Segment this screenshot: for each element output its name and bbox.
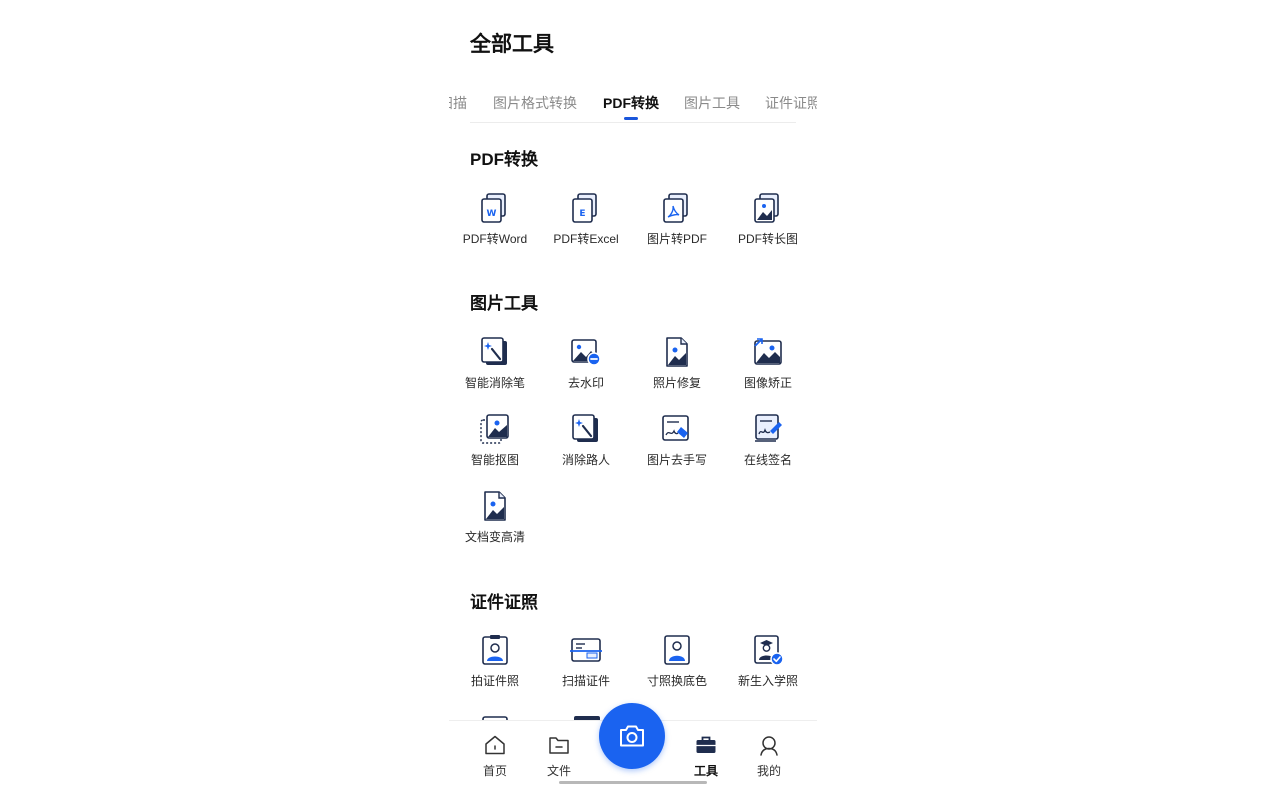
nav-label: 文件	[546, 764, 571, 778]
image-correction-icon	[754, 338, 782, 365]
enrollment-photo-icon	[754, 635, 784, 666]
tool-label: 智能消除笔	[464, 376, 525, 390]
svg-text:W: W	[487, 209, 497, 219]
tab-scan[interactable]: 扫描	[449, 93, 467, 113]
tool-photo-restore[interactable]: 照片修复	[632, 336, 722, 400]
tool-document-hd[interactable]: 文档变高清	[450, 490, 540, 554]
pdf-to-long-image-icon	[754, 193, 779, 223]
scan-id-card-icon	[570, 638, 602, 662]
svg-text:E: E	[579, 209, 585, 219]
section-title-pdf: PDF转换	[470, 150, 538, 169]
section-title-image-tools: 图片工具	[470, 294, 538, 313]
remove-watermark-icon	[571, 339, 601, 366]
tool-online-signature[interactable]: 在线签名	[723, 413, 813, 477]
tool-label: 拍证件照	[470, 674, 519, 688]
tools-screen: 全部工具 扫描 图片格式转换 PDF转换 图片工具 证件证照 PDF转换 W P…	[449, 0, 817, 785]
remove-handwriting-icon	[662, 415, 689, 441]
home-icon	[485, 735, 505, 755]
photo-restore-icon	[666, 337, 688, 367]
tool-pdf-to-word[interactable]: W PDF转Word	[450, 192, 540, 256]
tool-label: 在线签名	[743, 453, 792, 467]
tool-label: PDF转Word	[462, 232, 528, 246]
tool-image-to-pdf[interactable]: 图片转PDF	[632, 192, 722, 256]
tool-label: 图片转PDF	[646, 232, 707, 246]
photo-background-icon	[664, 635, 690, 665]
tool-label: PDF转长图	[737, 232, 798, 246]
toolbox-icon	[696, 736, 716, 753]
tool-label: 消除路人	[561, 453, 610, 467]
remove-passerby-icon	[572, 414, 598, 442]
tool-label: PDF转Excel	[553, 232, 619, 246]
nav-tools[interactable]: 工具	[676, 733, 736, 779]
tab-image-format[interactable]: 图片格式转换	[493, 93, 577, 113]
tool-label: 新生入学照	[737, 674, 798, 688]
tool-photo-background[interactable]: 寸照换底色	[632, 634, 722, 698]
tool-pdf-to-excel[interactable]: E PDF转Excel	[541, 192, 631, 256]
tabs-divider	[470, 122, 796, 123]
nav-home[interactable]: 首页	[465, 733, 525, 779]
tool-id-photo[interactable]: 拍证件照	[450, 634, 540, 698]
section-title-id-photos: 证件证照	[470, 593, 538, 612]
home-indicator	[559, 781, 707, 784]
online-signature-icon	[755, 414, 782, 442]
tool-label: 图片去手写	[646, 453, 707, 467]
camera-icon	[620, 725, 644, 747]
user-icon	[760, 736, 778, 756]
nav-label: 首页	[482, 764, 507, 778]
document-hd-icon	[484, 491, 506, 521]
smart-cutout-icon	[480, 414, 509, 444]
category-tabs[interactable]: 扫描 图片格式转换 PDF转换 图片工具 证件证照	[449, 88, 817, 122]
tool-label: 智能抠图	[470, 453, 519, 467]
nav-label: 我的	[756, 764, 781, 778]
tool-label: 图像矫正	[743, 376, 792, 390]
magic-eraser-icon	[481, 337, 507, 365]
pdf-to-excel-icon: E	[572, 193, 597, 223]
tool-enrollment-photo[interactable]: 新生入学照	[723, 634, 813, 698]
image-to-pdf-icon	[663, 193, 688, 223]
tool-label: 照片修复	[652, 376, 701, 390]
tool-label: 寸照换底色	[646, 674, 707, 688]
pdf-to-word-icon: W	[481, 193, 506, 223]
tool-label: 扫描证件	[561, 674, 610, 688]
tab-image-tools[interactable]: 图片工具	[684, 93, 740, 113]
tool-remove-watermark[interactable]: 去水印	[541, 336, 631, 400]
page-title: 全部工具	[470, 33, 554, 56]
tool-image-correction[interactable]: 图像矫正	[723, 336, 813, 400]
tab-pdf-convert[interactable]: PDF转换	[603, 93, 659, 113]
tool-pdf-to-long-image[interactable]: PDF转长图	[723, 192, 813, 256]
tool-remove-passerby[interactable]: 消除路人	[541, 413, 631, 477]
tab-id-photos[interactable]: 证件证照	[765, 93, 817, 113]
camera-button[interactable]	[599, 703, 665, 769]
folder-icon	[549, 737, 569, 754]
nav-label: 工具	[693, 764, 718, 778]
nav-files[interactable]: 文件	[529, 733, 589, 779]
tool-label: 去水印	[567, 376, 604, 390]
active-tab-indicator	[624, 117, 638, 120]
tool-remove-handwriting[interactable]: 图片去手写	[632, 413, 722, 477]
tool-magic-eraser[interactable]: 智能消除笔	[450, 336, 540, 400]
id-photo-icon	[482, 635, 508, 665]
tool-smart-cutout[interactable]: 智能抠图	[450, 413, 540, 477]
nav-profile[interactable]: 我的	[739, 733, 799, 779]
tool-scan-id-card[interactable]: 扫描证件	[541, 634, 631, 698]
tool-label: 文档变高清	[464, 530, 525, 544]
